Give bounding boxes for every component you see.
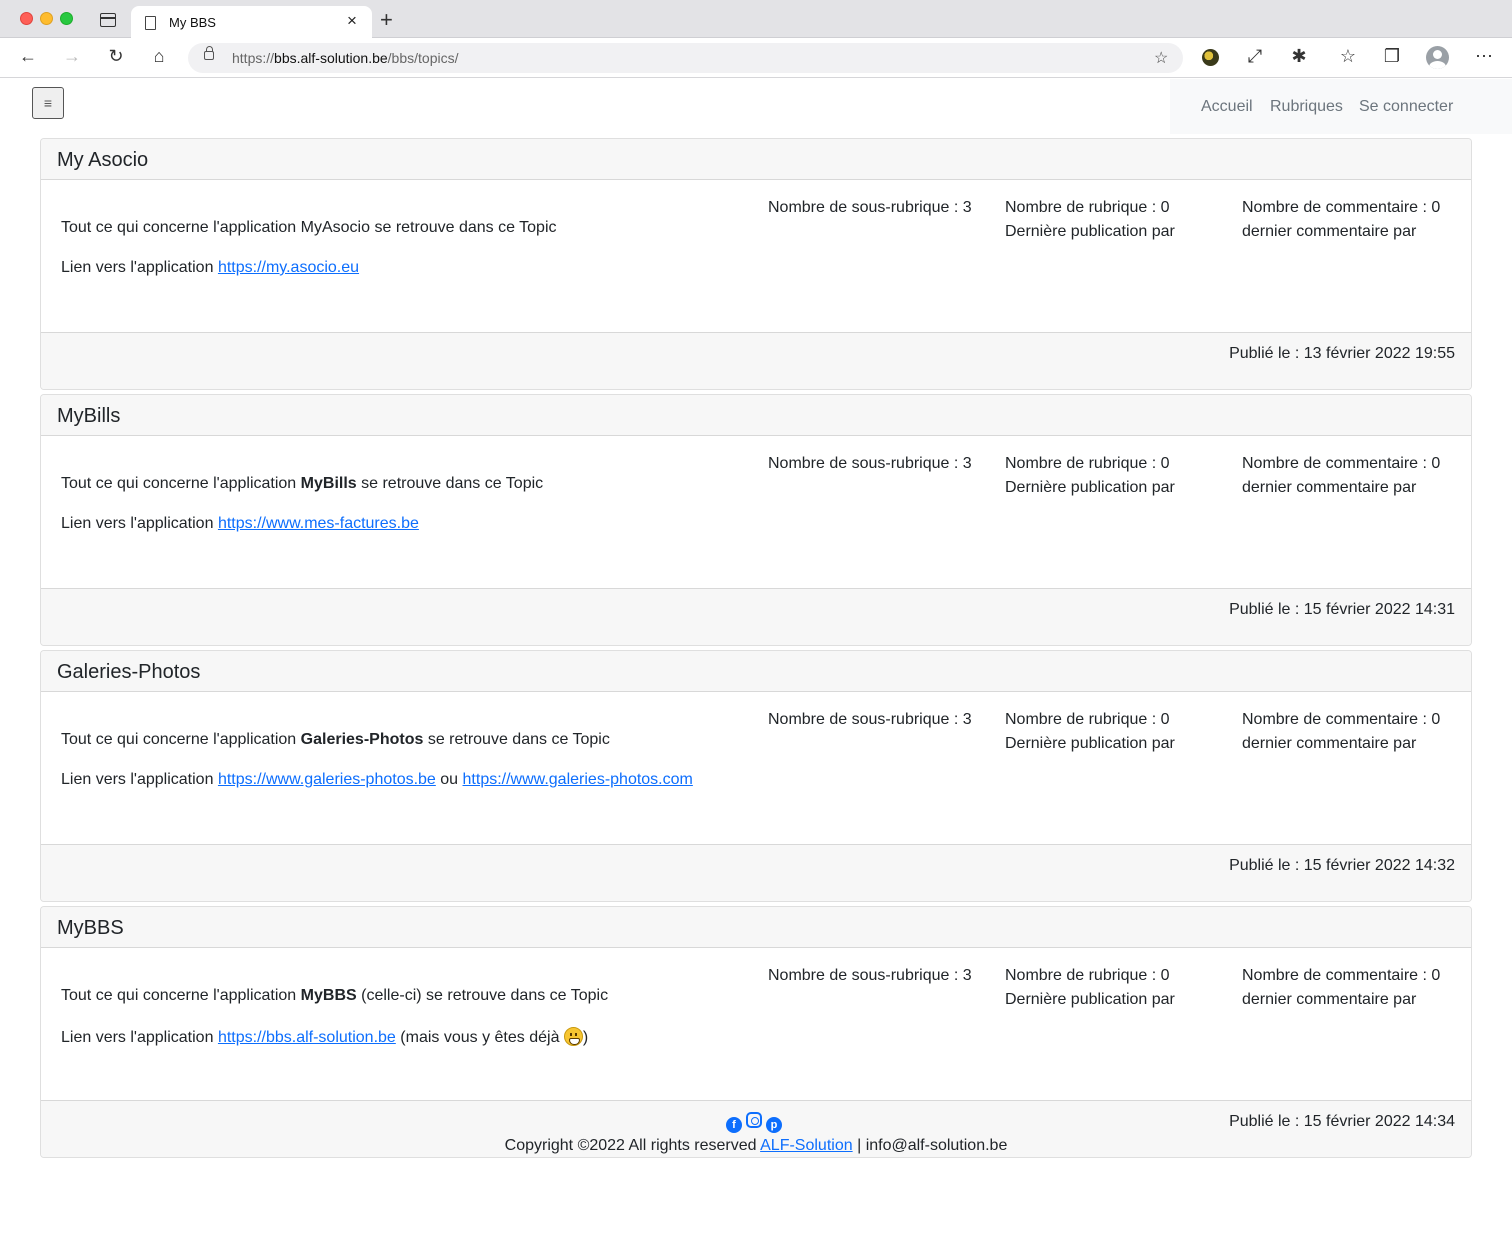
footer-copyright: Copyright ©2022 All rights reserved ALF-… <box>504 1137 1008 1154</box>
published-date: Publié le : 15 février 2022 14:32 <box>1229 857 1455 874</box>
page-icon <box>145 16 156 30</box>
topic-link-line: Lien vers l'application https://www.gale… <box>61 771 693 788</box>
topic-footer: Publié le : 15 février 2022 14:32 <box>41 844 1471 901</box>
stat-comments: Nombre de commentaire : 0 dernier comment… <box>1242 967 1441 1008</box>
lock-icon[interactable] <box>204 46 214 60</box>
topic-footer: Publié le : 13 février 2022 19:55 <box>41 332 1471 389</box>
reload-icon[interactable]: ↻ <box>105 46 127 67</box>
company-link[interactable]: ALF-Solution <box>760 1137 853 1154</box>
profile-avatar[interactable] <box>1426 46 1449 69</box>
address-url[interactable]: https://bbs.alf-solution.be/bbs/topics/ <box>232 50 459 66</box>
topic-card: MyBills Tout ce qui concerne l'applicati… <box>40 394 1472 646</box>
open-external-icon[interactable]: ⤢ <box>1244 46 1266 67</box>
social-icons: fp <box>726 1112 786 1133</box>
topic-title[interactable]: Galeries-Photos <box>57 661 200 684</box>
menu-toggle-button[interactable]: ≡ <box>32 87 64 119</box>
pinterest-icon[interactable]: p <box>766 1117 782 1133</box>
topic-description: Tout ce qui concerne l'application MyBBS… <box>61 987 609 1004</box>
topic-description: Tout ce qui concerne l'application MyBil… <box>61 475 544 492</box>
stat-sub-rubrics: Nombre de sous-rubrique : 3 <box>768 967 972 984</box>
stat-rubrics: Nombre de rubrique : 0 Dernière publicati… <box>1005 967 1175 1008</box>
app-link-alt[interactable]: https://www.galeries-photos.com <box>463 771 693 788</box>
collections-icon[interactable]: ❐ <box>1381 46 1403 67</box>
stat-sub-rubrics: Nombre de sous-rubrique : 3 <box>768 455 972 472</box>
home-icon[interactable]: ⌂ <box>148 46 170 67</box>
app-link[interactable]: https://bbs.alf-solution.be <box>218 1029 396 1046</box>
stat-rubrics: Nombre de rubrique : 0 Dernière publicati… <box>1005 455 1175 496</box>
topic-header: My Asocio <box>41 139 1471 180</box>
published-date: Publié le : 15 février 2022 14:34 <box>1229 1113 1455 1130</box>
topic-header: Galeries-Photos <box>41 651 1471 692</box>
topic-link-line: Lien vers l'application https://my.asoci… <box>61 259 360 276</box>
close-tab-icon[interactable]: × <box>347 11 357 31</box>
stat-rubrics: Nombre de rubrique : 0 Dernière publicati… <box>1005 711 1175 752</box>
nav-link-se-connecter[interactable]: Se connecter <box>1359 98 1453 116</box>
more-menu-icon[interactable]: ⋯ <box>1473 46 1495 67</box>
app-link[interactable]: https://www.mes-factures.be <box>218 515 419 532</box>
zoom-window-button[interactable] <box>60 12 73 25</box>
topic-card: Galeries-Photos Tout ce qui concerne l'a… <box>40 650 1472 902</box>
tab-title: My BBS <box>169 15 216 30</box>
minimize-window-button[interactable] <box>40 12 53 25</box>
topic-footer: Publié le : 15 février 2022 14:31 <box>41 588 1471 645</box>
stat-sub-rubrics: Nombre de sous-rubrique : 3 <box>768 711 972 728</box>
topic-header: MyBills <box>41 395 1471 436</box>
app-name: MyAsocio <box>300 219 371 236</box>
instagram-icon[interactable] <box>746 1112 762 1128</box>
nav-link-accueil[interactable]: Accueil <box>1201 98 1253 116</box>
topic-title[interactable]: MyBills <box>57 405 120 428</box>
stat-comments: Nombre de commentaire : 0 dernier comment… <box>1242 199 1441 240</box>
stat-comments: Nombre de commentaire : 0 dernier comment… <box>1242 711 1441 752</box>
published-date: Publié le : 15 février 2022 14:31 <box>1229 601 1455 618</box>
back-icon[interactable]: ← <box>17 46 39 67</box>
topic-title[interactable]: My Asocio <box>57 149 148 172</box>
app-link[interactable]: https://my.asocio.eu <box>218 259 359 276</box>
close-window-button[interactable] <box>20 12 33 25</box>
topic-description: Tout ce qui concerne l'application Galer… <box>61 731 610 748</box>
app-name: MyBills <box>300 475 357 492</box>
stat-rubrics: Nombre de rubrique : 0 Dernière publicati… <box>1005 199 1175 240</box>
topic-description: Tout ce qui concerne l'application MyAso… <box>61 219 557 236</box>
favorites-icon[interactable]: ☆ <box>1337 46 1359 67</box>
tab-actions-icon[interactable] <box>100 13 116 27</box>
nav-link-rubriques[interactable]: Rubriques <box>1270 98 1343 116</box>
app-name: Galeries-Photos <box>300 731 424 748</box>
page-content: ≡ Accueil Rubriques Se connecter My Asoc… <box>0 79 1512 1248</box>
extension-icon[interactable] <box>1202 49 1219 66</box>
topic-card: My Asocio Tout ce qui concerne l'applica… <box>40 138 1472 390</box>
facebook-icon[interactable]: f <box>726 1117 742 1133</box>
address-bar[interactable]: https://bbs.alf-solution.be/bbs/topics/ … <box>188 43 1183 73</box>
app-link[interactable]: https://www.galeries-photos.be <box>218 771 436 788</box>
forward-icon[interactable]: → <box>61 46 83 67</box>
grinning-emoji-icon <box>563 1027 583 1046</box>
app-name: MyBBS <box>300 987 357 1004</box>
browser-toolbar: ← → ↻ ⌂ https://bbs.alf-solution.be/bbs/… <box>0 38 1512 78</box>
top-nav: Accueil Rubriques Se connecter <box>1170 79 1512 134</box>
topic-link-line: Lien vers l'application https://www.mes-… <box>61 515 419 532</box>
browser-tab[interactable]: My BBS × <box>131 6 372 39</box>
add-favorite-icon[interactable]: ☆ <box>1154 48 1168 68</box>
new-tab-icon[interactable]: + <box>380 7 393 33</box>
stat-comments: Nombre de commentaire : 0 dernier comment… <box>1242 455 1441 496</box>
topic-header: MyBBS <box>41 907 1471 948</box>
stat-sub-rubrics: Nombre de sous-rubrique : 3 <box>768 199 972 216</box>
extensions-puzzle-icon[interactable]: ✱ <box>1288 46 1310 67</box>
footer-email: info@alf-solution.be <box>865 1137 1008 1154</box>
topic-link-line: Lien vers l'application https://bbs.alf-… <box>61 1027 589 1046</box>
topic-title[interactable]: MyBBS <box>57 917 124 940</box>
browser-tab-bar: My BBS × + <box>0 0 1512 39</box>
published-date: Publié le : 13 février 2022 19:55 <box>1229 345 1455 362</box>
